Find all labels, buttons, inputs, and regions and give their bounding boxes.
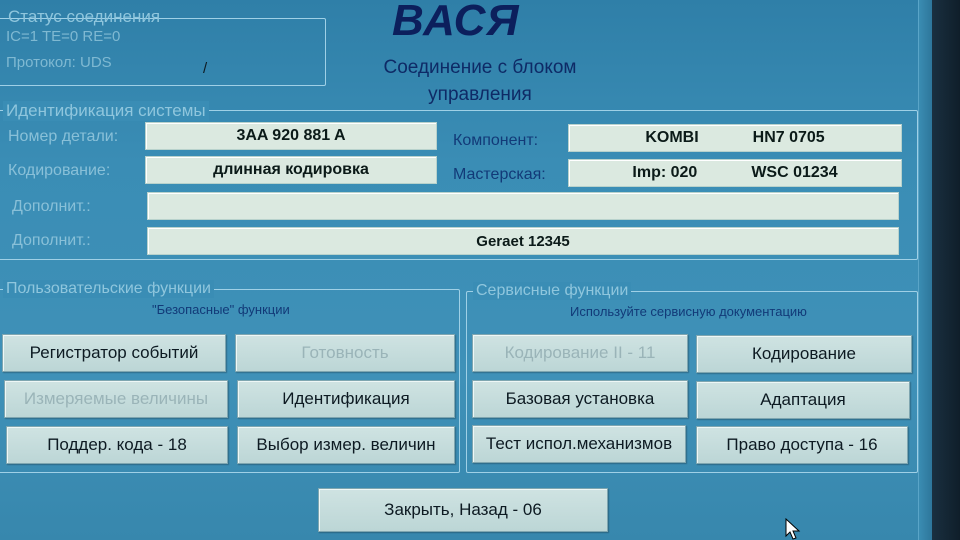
status-counters: IC=1 TE=0 RE=0: [6, 28, 121, 45]
readiness-button[interactable]: Готовность: [235, 334, 455, 372]
part-number-value: 3AA 920 881 A: [236, 127, 346, 144]
component-label: Компонент:: [453, 132, 539, 149]
workshop-value-b: WSC 01234: [751, 164, 838, 181]
app-window: Статус соединения IC=1 TE=0 RE=0 Протоко…: [0, 0, 932, 540]
service-functions-hint: Используйте сервисную документацию: [570, 304, 807, 319]
coding-value: длинная кодировка: [213, 161, 369, 178]
coding-field: длинная кодировка: [145, 156, 437, 184]
identification-button[interactable]: Идентификация: [237, 380, 455, 418]
extra1-label: Дополнит.:: [12, 198, 91, 215]
component-field: KOMBI HN7 0705: [568, 124, 902, 152]
workshop-value-a: Imp: 020: [632, 164, 698, 181]
page-subtitle: Соединение с блоком управления: [383, 57, 577, 105]
actuator-test-button[interactable]: Тест испол.механизмов: [472, 425, 686, 463]
identification-title: Идентификация системы: [3, 101, 209, 121]
adaptation-button[interactable]: Адаптация: [696, 381, 910, 419]
workshop-field: Imp: 020 WSC 01234: [568, 159, 902, 187]
app-title: ВАСЯ: [392, 0, 520, 45]
extra2-value: Geraet 12345: [476, 232, 570, 250]
access-rights-button[interactable]: Право доступа - 16: [696, 426, 908, 464]
event-recorder-button[interactable]: Регистратор событий: [2, 334, 226, 372]
mouse-cursor-icon: [785, 518, 801, 540]
scrollbar[interactable]: [918, 0, 932, 540]
code-support-button[interactable]: Поддер. кода - 18: [6, 426, 228, 464]
coding-button[interactable]: Кодирование: [696, 335, 912, 373]
part-number-field: 3AA 920 881 A: [145, 122, 437, 150]
component-value-a: KOMBI: [645, 129, 699, 146]
status-title: Статус соединения: [8, 7, 161, 26]
basic-settings-button[interactable]: Базовая установка: [472, 380, 688, 418]
extra2-field: Geraet 12345: [147, 227, 899, 255]
extra2-label: Дополнит.:: [12, 232, 91, 249]
select-measured-values-button[interactable]: Выбор измер. величин: [237, 426, 455, 464]
user-functions-hint: "Безопасные" функции: [152, 302, 290, 317]
service-functions-title: Сервисные функции: [473, 282, 632, 300]
coding-label: Кодирование:: [8, 162, 111, 179]
user-functions-title: Пользовательские функции: [3, 280, 214, 298]
status-marker: /: [203, 60, 208, 77]
workshop-label: Мастерская:: [453, 166, 546, 183]
close-back-button[interactable]: Закрыть, Назад - 06: [318, 488, 608, 532]
coding-ii-button[interactable]: Кодирование II - 11: [472, 334, 688, 372]
monitor-bezel: [932, 0, 960, 540]
part-number-label: Номер детали:: [8, 128, 119, 145]
measured-values-button[interactable]: Измеряемые величины: [4, 380, 228, 418]
component-value-b: HN7 0705: [752, 129, 825, 146]
status-protocol: Протокол: UDS: [6, 54, 112, 71]
extra1-field: [147, 192, 899, 220]
